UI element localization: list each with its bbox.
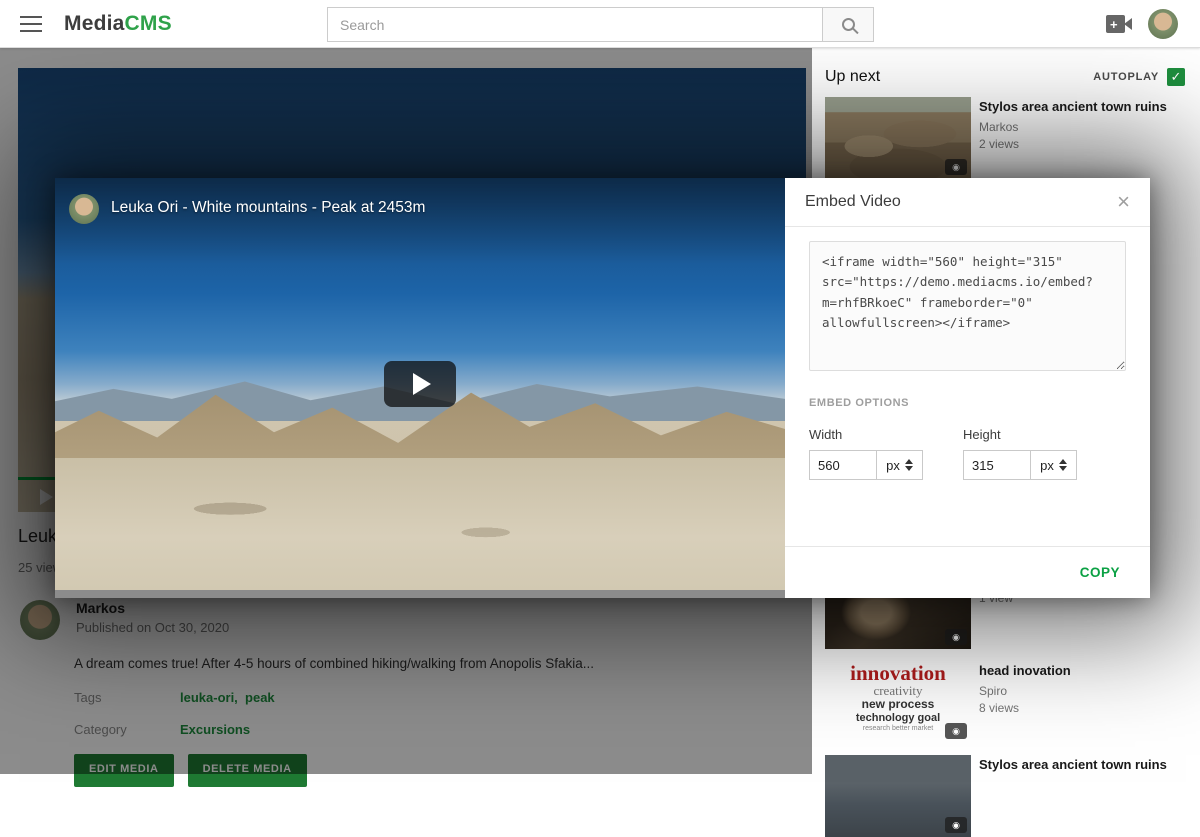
embed-panel: Embed Video × <iframe width="560" height… [785,178,1150,598]
search-button[interactable] [822,7,874,42]
player-author-avatar[interactable] [69,194,99,224]
video-thumbnail[interactable] [825,755,971,837]
width-label: Width [809,427,923,442]
embed-video-preview[interactable]: Leuka Ori - White mountains - Peak at 24… [55,178,785,590]
up-next-item-title[interactable]: head inovation [979,663,1184,679]
search-icon [842,18,855,31]
user-avatar[interactable] [1148,9,1178,39]
player-title-bar: Leuka Ori - White mountains - Peak at 24… [55,178,785,264]
up-next-item-author: Markos [979,120,1184,134]
width-input[interactable] [809,450,877,480]
embed-code-textarea[interactable]: <iframe width="560" height="315" src="ht… [809,241,1126,371]
video-thumbnail[interactable] [825,97,971,179]
up-next-item-title[interactable]: Stylos area ancient town ruins [979,757,1184,773]
upload-video-icon[interactable]: + [1106,15,1132,33]
height-label: Height [963,427,1077,442]
player-video-title: Leuka Ori - White mountains - Peak at 24… [111,199,425,217]
camera-icon [945,629,967,645]
height-input[interactable] [963,450,1031,480]
height-unit-select[interactable]: px [1031,450,1077,480]
modal-title: Embed Video [805,193,901,211]
menu-icon[interactable] [20,16,42,32]
camera-icon [945,817,967,833]
up-next-item-views: 8 views [979,701,1184,715]
copy-button[interactable]: COPY [1080,565,1120,580]
camera-icon [945,159,967,175]
stepper-arrows-icon [1059,459,1067,471]
video-thumbnail[interactable]: innovationcreativitynew processtechnolog… [825,661,971,743]
up-next-item[interactable]: innovationcreativitynew processtechnolog… [825,661,1185,743]
up-next-item-title[interactable]: Stylos area ancient town ruins [979,99,1184,115]
stepper-arrows-icon [905,459,913,471]
camera-icon [945,723,967,739]
autoplay-label: AUTOPLAY [1093,71,1159,83]
up-next-item[interactable]: Stylos area ancient town ruins Markos 2 … [825,97,1185,179]
up-next-item[interactable]: Stylos area ancient town ruins [825,755,1185,837]
up-next-title: Up next [825,68,880,86]
search-input[interactable] [327,7,822,42]
embed-options-label: EMBED OPTIONS [809,397,1126,409]
up-next-item-author: Spiro [979,684,1184,698]
autoplay-checkbox[interactable]: ✓ [1167,68,1185,86]
width-unit-select[interactable]: px [877,450,923,480]
big-play-button[interactable] [384,361,456,407]
up-next-item-views: 2 views [979,137,1184,151]
embed-video-modal: Leuka Ori - White mountains - Peak at 24… [55,178,1150,598]
top-navbar: MediaCMS + [0,0,1200,48]
close-icon[interactable]: × [1117,191,1130,213]
logo[interactable]: MediaCMS [64,12,172,36]
